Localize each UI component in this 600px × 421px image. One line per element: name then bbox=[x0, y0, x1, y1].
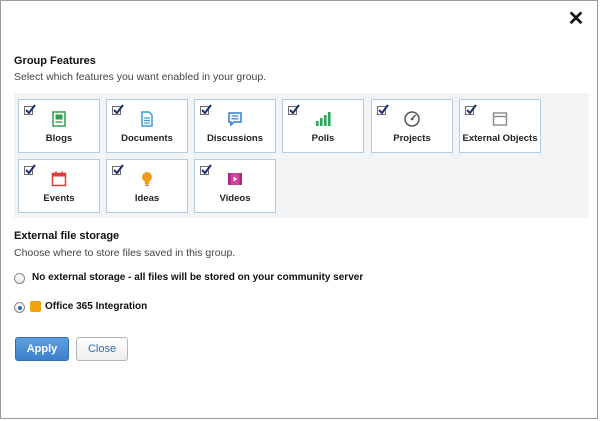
storage-radio-office365[interactable] bbox=[14, 302, 25, 313]
storage-radio-none[interactable] bbox=[14, 273, 25, 284]
feature-label: Events bbox=[43, 193, 75, 204]
feature-tile-polls[interactable]: Polls bbox=[282, 99, 364, 153]
feature-checkbox[interactable] bbox=[112, 104, 124, 115]
feature-checkbox[interactable] bbox=[200, 104, 212, 115]
lightbulb-icon bbox=[142, 172, 152, 187]
document-icon bbox=[141, 111, 153, 127]
feature-checkbox[interactable] bbox=[24, 104, 36, 115]
feature-label: Documents bbox=[121, 133, 173, 144]
poll-icon bbox=[316, 112, 331, 126]
feature-label: External Objects bbox=[462, 133, 538, 144]
feature-tile-documents[interactable]: Documents bbox=[106, 99, 188, 153]
feature-checkbox[interactable] bbox=[288, 104, 300, 115]
feature-checkbox[interactable] bbox=[465, 104, 477, 115]
project-icon bbox=[404, 111, 420, 127]
feature-label: Videos bbox=[219, 193, 251, 204]
external-object-icon bbox=[492, 112, 508, 126]
storage-option-label: Office 365 Integration bbox=[45, 301, 148, 312]
features-grid: Blogs Documents Discussions Polls Projec… bbox=[14, 93, 589, 218]
feature-checkbox[interactable] bbox=[24, 164, 36, 175]
storage-option-office365[interactable]: Office 365 Integration bbox=[14, 301, 314, 315]
feature-tile-blogs[interactable]: Blogs bbox=[18, 99, 100, 153]
external-storage-subtitle: Choose where to store files saved in thi… bbox=[14, 247, 236, 259]
storage-option-none[interactable]: No external storage - all files will be … bbox=[14, 272, 574, 286]
feature-tile-ideas[interactable]: Ideas bbox=[106, 159, 188, 213]
feature-tile-external-objects[interactable]: External Objects bbox=[459, 99, 541, 153]
feature-checkbox[interactable] bbox=[112, 164, 124, 175]
feature-checkbox[interactable] bbox=[377, 104, 389, 115]
calendar-icon bbox=[51, 171, 67, 187]
close-icon[interactable]: ✕ bbox=[565, 8, 587, 30]
video-icon bbox=[228, 173, 242, 185]
feature-tile-discussions[interactable]: Discussions bbox=[194, 99, 276, 153]
office365-icon bbox=[30, 301, 41, 312]
feature-label: Blogs bbox=[45, 133, 73, 144]
storage-option-label: No external storage - all files will be … bbox=[32, 272, 364, 283]
discussion-icon bbox=[228, 112, 242, 127]
group-features-title: Group Features bbox=[14, 55, 96, 67]
feature-label: Ideas bbox=[134, 193, 160, 204]
feature-tile-projects[interactable]: Projects bbox=[371, 99, 453, 153]
external-storage-title: External file storage bbox=[14, 230, 120, 242]
blog-icon bbox=[52, 111, 66, 127]
feature-label: Projects bbox=[393, 133, 431, 144]
group-features-subtitle: Select which features you want enabled i… bbox=[14, 71, 267, 83]
feature-checkbox[interactable] bbox=[200, 164, 212, 175]
feature-tile-videos[interactable]: Videos bbox=[194, 159, 276, 213]
close-button[interactable]: Close bbox=[76, 337, 128, 361]
apply-button[interactable]: Apply bbox=[15, 337, 69, 361]
feature-label: Discussions bbox=[207, 133, 263, 144]
feature-tile-events[interactable]: Events bbox=[18, 159, 100, 213]
feature-label: Polls bbox=[311, 133, 335, 144]
group-settings-dialog: ✕ Group Features Select which features y… bbox=[0, 0, 598, 419]
